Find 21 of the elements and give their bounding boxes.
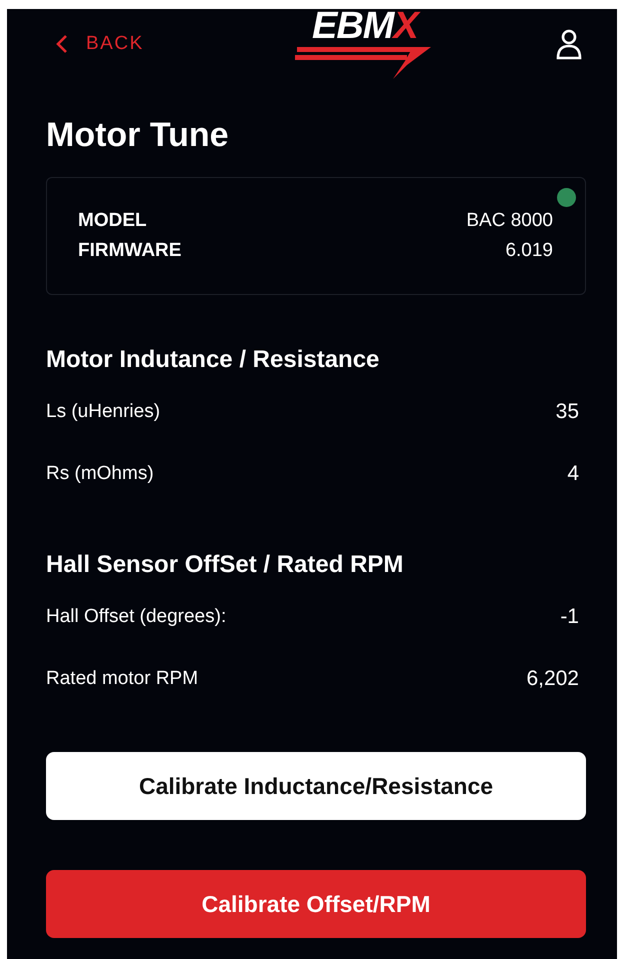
chevron-icon [56,34,68,54]
setting-value: 4 [567,462,579,486]
setting-value: 6,202 [526,667,579,691]
calibrate-button[interactable]: Calibrate Offset/RPM [46,870,586,938]
setting-label: Rs (mOhms) [46,463,154,485]
logo: EBMX [290,7,439,85]
back-link[interactable]: BACK [56,33,144,55]
setting-label: Ls (uHenries) [46,401,160,423]
setting-value: -1 [560,605,579,629]
section-heading: Motor Indutance / Resistance [46,345,380,375]
setting-value: 35 [556,400,579,424]
field-value: BAC 8000 [466,209,553,233]
field-label: FIRMWARE [78,239,182,263]
user-icon[interactable] [556,28,582,60]
setting-label: Rated motor RPM [46,668,198,690]
section-heading: Hall Sensor OffSet / Rated RPM [46,550,404,580]
calibrate-button[interactable]: Calibrate Inductance/Resistance [46,752,586,820]
field-label: MODEL [78,209,147,233]
page-title: Motor Tune [46,115,230,155]
setting-label: Hall Offset (degrees): [46,606,226,628]
field-value: 6.019 [505,239,553,263]
